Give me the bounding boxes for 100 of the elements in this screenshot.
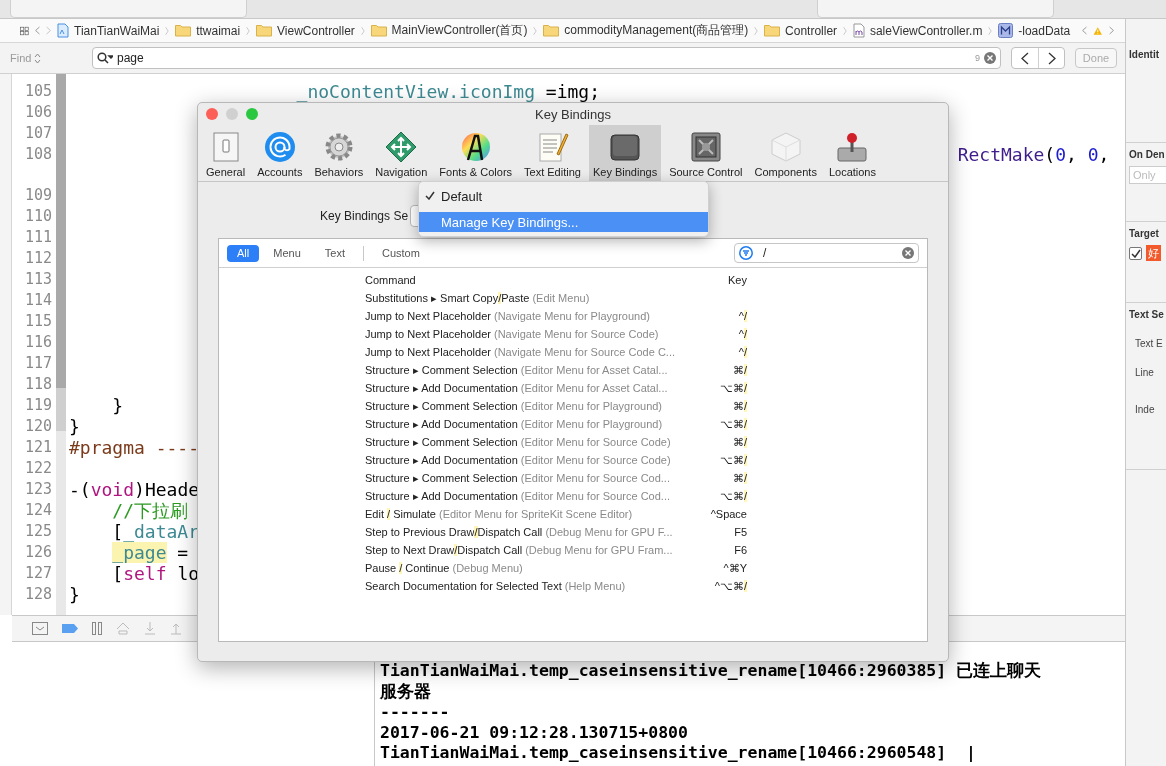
command-name[interactable]: Edit / Simulate (Editor Menu for SpriteKit Scene Editor): [365, 508, 701, 520]
command-name[interactable]: Jump to Next Placeholder (Navigate Menu for Playground): [365, 310, 701, 322]
code-line: _noContentView.iconImg =img;: [296, 81, 600, 102]
line-number: 118: [24, 374, 52, 395]
line-number: 105: [24, 81, 52, 102]
command-name[interactable]: Substitutions ▸ Smart Copy/Paste (Edit Menu): [365, 291, 701, 305]
section-title: Target: [1128, 228, 1160, 239]
breadcrumb-item[interactable]: ViewController: [277, 23, 355, 38]
section-title: Identit: [1128, 49, 1160, 60]
code-line: }: [69, 416, 80, 437]
menu-item[interactable]: Default: [419, 186, 708, 206]
key-shortcut[interactable]: F6: [701, 544, 747, 556]
console-line: 服务器: [380, 681, 432, 702]
breadcrumb-item[interactable]: ttwaimai: [196, 23, 241, 38]
toolbar-tab[interactable]: Fonts & Colors: [435, 125, 517, 181]
column-header[interactable]: Key: [701, 274, 747, 286]
key-shortcut[interactable]: ⌘/: [701, 435, 747, 449]
key-shortcut[interactable]: ⌥⌘/: [701, 489, 747, 503]
breadcrumb-item[interactable]: saleViewController.m: [869, 23, 983, 38]
breadcrumb-item[interactable]: Controller: [785, 23, 838, 38]
line-number: 111: [24, 227, 52, 248]
line-number: 120: [24, 416, 52, 437]
tags-field[interactable]: Only: [1129, 166, 1166, 184]
command-name[interactable]: Step to Next Draw/Dispatch Call (Debug Menu for GPU Fram...: [365, 544, 701, 556]
key-shortcut[interactable]: ^/: [701, 346, 747, 358]
line-number: 110: [24, 206, 52, 227]
console-line: 2017-06-21 09:12:28.130715+0800: [380, 722, 689, 743]
line-number: 108: [24, 144, 52, 165]
toolbar-tab[interactable]: Behaviors: [310, 125, 368, 181]
window-title: Key Bindings: [535, 106, 611, 122]
toolbar-tab[interactable]: Accounts: [253, 125, 307, 181]
match-count: 9: [975, 53, 980, 63]
section-title: On Den: [1128, 149, 1166, 160]
line-number: 112: [24, 248, 52, 269]
section-title: Text Se: [1128, 309, 1165, 320]
toolbar-tab[interactable]: Text Editing: [520, 125, 585, 181]
breadcrumb-item[interactable]: TianTianWaiMai: [74, 23, 160, 38]
key-shortcut[interactable]: ⌘/: [701, 471, 747, 485]
code-line: RectMake(0, 0,: [957, 144, 1110, 165]
key-shortcut[interactable]: ^⌘Y: [701, 561, 747, 575]
filter-tab[interactable]: All: [227, 244, 260, 262]
breadcrumb-item[interactable]: commodityManagement(商品管理): [564, 22, 749, 39]
line-number: 113: [24, 269, 52, 290]
key-shortcut[interactable]: ^/: [701, 310, 747, 322]
command-name[interactable]: Structure ▸ Comment Selection (Editor Menu for Source Cod...: [365, 471, 701, 485]
toolbar-tab[interactable]: Key Bindings: [588, 125, 662, 181]
console-line: -------: [380, 702, 451, 723]
field-label: Inde: [1134, 404, 1156, 415]
code-line: //下拉刷: [112, 500, 189, 521]
line-number: 122: [24, 458, 52, 479]
key-shortcut[interactable]: ⌥⌘/: [701, 453, 747, 467]
command-name[interactable]: Jump to Next Placeholder (Navigate Menu for Source Code C...: [365, 346, 701, 358]
console-line: TianTianWaiMai.temp_caseinsensitive_rename[10466:2960548] |: [380, 743, 978, 764]
line-number: 114: [24, 290, 52, 311]
filter-tab[interactable]: Text: [314, 244, 355, 262]
breadcrumb-item[interactable]: -loadData: [1018, 23, 1071, 38]
key-shortcut[interactable]: ⌥⌘/: [701, 381, 747, 395]
line-number: 117: [24, 353, 52, 374]
toolbar-tab[interactable]: Navigation: [371, 125, 432, 181]
key-shortcut[interactable]: ^⌥⌘/: [701, 579, 747, 593]
console-line: TianTianWaiMai.temp_caseinsensitive_rename[10466:2960385] 已连上聊天: [380, 661, 1043, 682]
breadcrumb-item[interactable]: MainViewController(首页): [391, 22, 528, 39]
command-name[interactable]: Pause / Continue (Debug Menu): [365, 562, 701, 574]
key-shortcut[interactable]: ⌘/: [701, 363, 747, 377]
line-number: 128: [24, 584, 52, 605]
command-name[interactable]: Jump to Next Placeholder (Navigate Menu for Source Code): [365, 328, 701, 340]
command-name[interactable]: Structure ▸ Add Documentation (Editor Menu for Playground): [365, 417, 701, 431]
command-name[interactable]: Structure ▸ Add Documentation (Editor Menu for Asset Catal...: [365, 381, 701, 395]
search-field[interactable]: page 9: [92, 47, 1001, 69]
filter-tab[interactable]: Menu: [263, 244, 311, 262]
column-header[interactable]: Command: [365, 274, 701, 286]
field-label: Line: [1134, 367, 1155, 378]
command-name[interactable]: Structure ▸ Comment Selection (Editor Menu for Asset Catal...: [365, 363, 701, 377]
toolbar-tab[interactable]: General: [202, 125, 250, 181]
command-name[interactable]: Step to Previous Draw/Dispatch Call (Debug Menu for GPU F...: [365, 526, 701, 538]
key-shortcut[interactable]: ^Space: [701, 508, 747, 520]
line-number: 125: [24, 521, 52, 542]
toolbar-tab[interactable]: Components: [750, 125, 821, 181]
toolbar-tab[interactable]: Locations: [824, 125, 880, 181]
line-number: 116: [24, 332, 52, 353]
command-name[interactable]: Structure ▸ Comment Selection (Editor Menu for Playground): [365, 399, 701, 413]
code-line: _page =: [112, 542, 189, 563]
filter-field[interactable]: /: [734, 243, 919, 263]
line-number: 109: [24, 185, 52, 206]
command-name[interactable]: Structure ▸ Add Documentation (Editor Menu for Source Cod...: [365, 489, 701, 503]
command-name[interactable]: Structure ▸ Comment Selection (Editor Menu for Source Code): [365, 435, 701, 449]
toolbar-tab[interactable]: Source Control: [665, 125, 747, 181]
key-shortcut[interactable]: ⌘/: [701, 399, 747, 413]
field-label: Key Bindings Se: [320, 209, 409, 223]
command-name[interactable]: Search Documentation for Selected Text (Help Menu): [365, 580, 701, 592]
filter-tab[interactable]: Custom: [371, 244, 430, 262]
line-number: 126: [24, 542, 52, 563]
code-line: -(void)Heade: [69, 479, 200, 500]
line-number: 106: [24, 102, 52, 123]
key-shortcut[interactable]: F5: [701, 526, 747, 538]
command-name[interactable]: Structure ▸ Add Documentation (Editor Menu for Source Code): [365, 453, 701, 467]
code-line: [_dataAr: [112, 521, 200, 542]
key-shortcut[interactable]: ^/: [701, 328, 747, 340]
line-number: 107: [24, 123, 52, 144]
key-shortcut[interactable]: ⌥⌘/: [701, 417, 747, 431]
